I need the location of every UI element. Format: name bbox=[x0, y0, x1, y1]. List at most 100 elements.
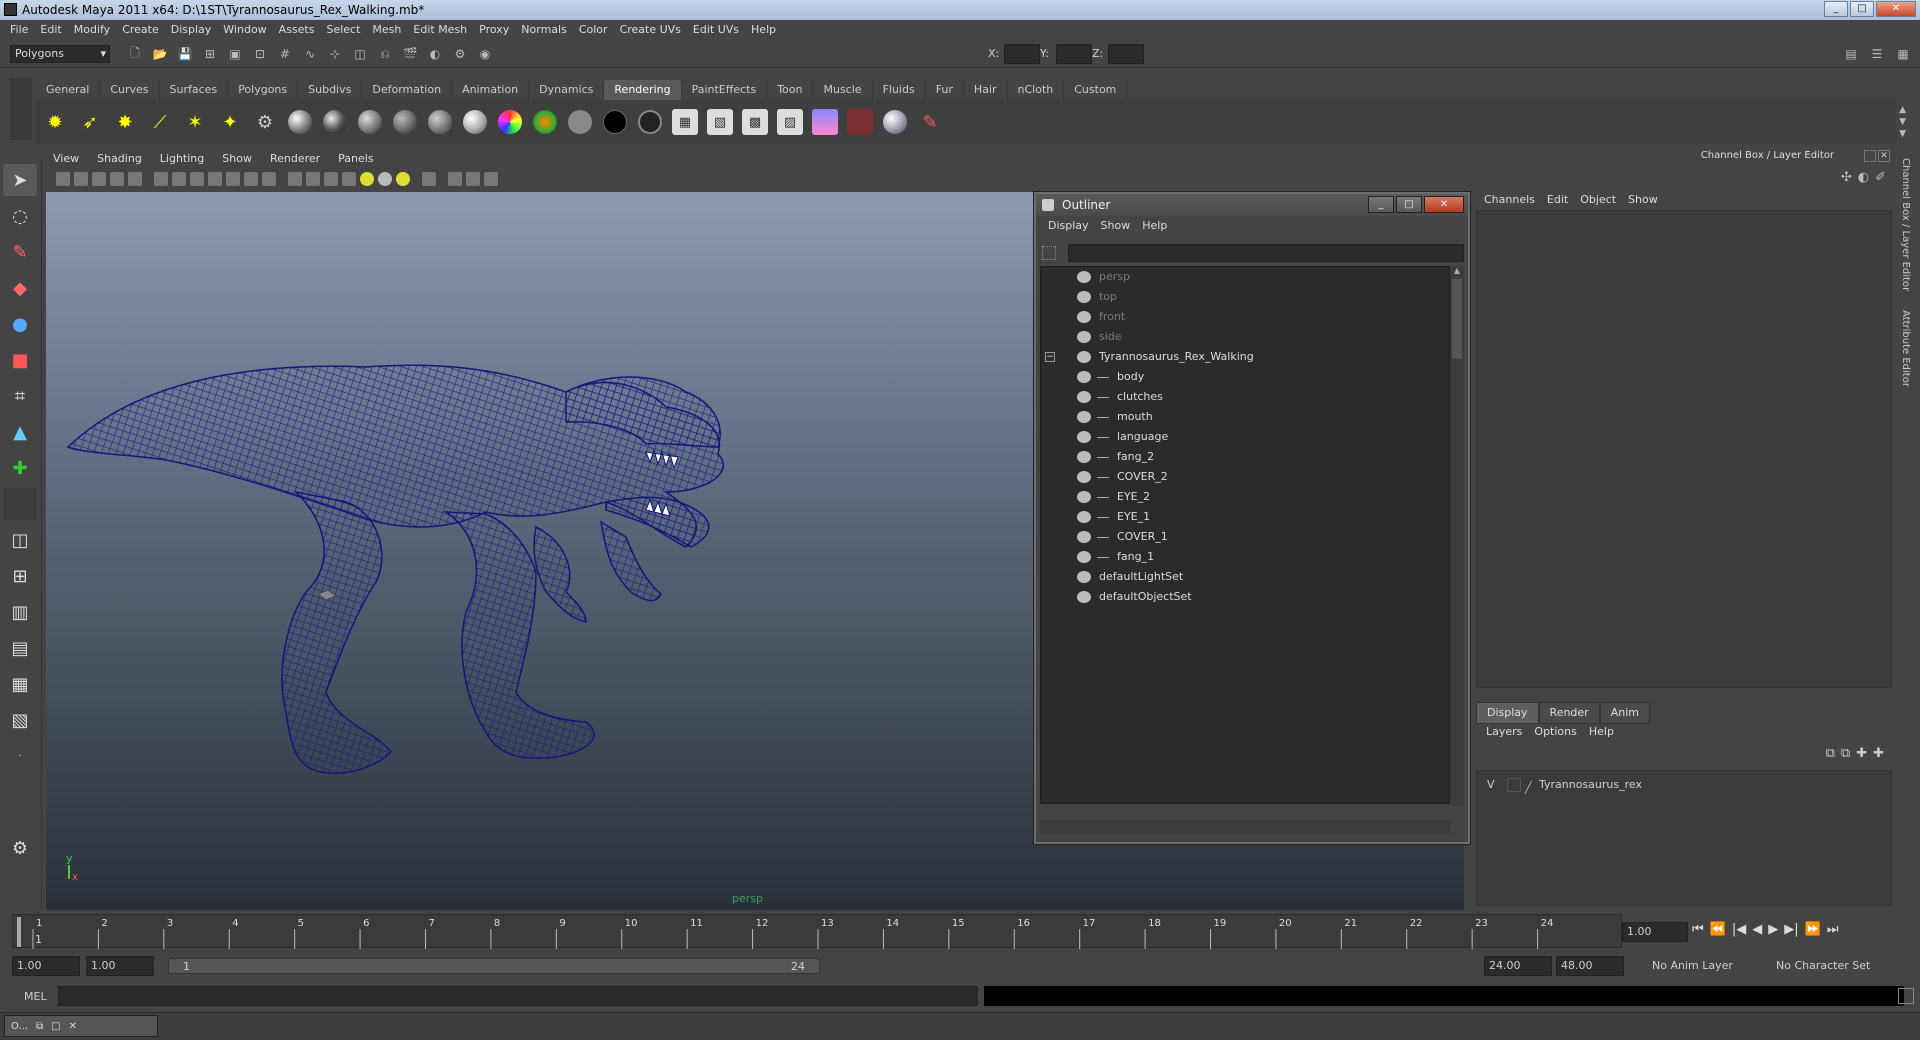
float-panel-icon[interactable] bbox=[1864, 150, 1876, 162]
character-set-dropdown[interactable]: No Character Set bbox=[1756, 956, 1886, 976]
menu-color[interactable]: Color bbox=[573, 20, 614, 40]
shelf-tab-fluids[interactable]: Fluids bbox=[873, 80, 926, 100]
render-current-frame-icon[interactable]: ▦ bbox=[672, 109, 698, 135]
maximize-icon[interactable]: □ bbox=[51, 1021, 60, 1032]
shelf-scroll-arrows[interactable]: ▲ ▼ ▼ bbox=[1899, 104, 1906, 140]
outliner-item[interactable]: top bbox=[1041, 287, 1449, 307]
gate-mask-icon[interactable] bbox=[208, 172, 222, 186]
use-background-icon[interactable] bbox=[602, 109, 628, 135]
render-settings-shelf-icon[interactable] bbox=[847, 109, 873, 135]
safe-action-icon[interactable] bbox=[244, 172, 258, 186]
layer-display-type-toggle[interactable] bbox=[1507, 778, 1521, 792]
snap-plane-icon[interactable]: ◫ bbox=[349, 43, 371, 65]
ambient-light-icon[interactable]: ✹ bbox=[42, 109, 68, 135]
render-region-icon[interactable]: ▩ bbox=[742, 109, 768, 135]
channel-pick-icon[interactable]: ✐ bbox=[1875, 170, 1886, 185]
camera-attributes-icon[interactable] bbox=[56, 172, 70, 186]
menu-select[interactable]: Select bbox=[320, 20, 366, 40]
outliner-maximize-button[interactable]: □ bbox=[1396, 196, 1422, 213]
layered-shader-icon[interactable] bbox=[462, 109, 488, 135]
go-to-end-icon[interactable]: ⏭ bbox=[1827, 922, 1839, 937]
channel-box-menu-channels[interactable]: Channels bbox=[1478, 190, 1541, 210]
ocean-shader-icon[interactable] bbox=[532, 109, 558, 135]
new-layer-from-selection-icon[interactable]: ✚ bbox=[1873, 746, 1884, 761]
shading-map-icon[interactable] bbox=[637, 109, 663, 135]
lambert-icon[interactable] bbox=[287, 109, 313, 135]
x-field[interactable] bbox=[1004, 44, 1040, 64]
outliner-search-input[interactable] bbox=[1068, 244, 1464, 262]
outliner-item[interactable]: persp bbox=[1041, 267, 1449, 287]
shelf-tab-hair[interactable]: Hair bbox=[964, 80, 1008, 100]
layer-tab-display[interactable]: Display bbox=[1476, 702, 1539, 724]
resolution-gate-icon[interactable] bbox=[190, 172, 204, 186]
range-slider[interactable]: 1 24 bbox=[168, 958, 820, 974]
persp-graph-layout-icon[interactable]: ▤ bbox=[3, 632, 37, 664]
play-backwards-icon[interactable]: ◀ bbox=[1752, 922, 1762, 937]
close-panel-icon[interactable]: ✕ bbox=[1878, 150, 1890, 162]
attribute-editor-toggle-icon[interactable]: ▤ bbox=[1840, 43, 1862, 65]
use-all-lights-icon[interactable] bbox=[360, 172, 374, 186]
xray-joints-icon[interactable] bbox=[466, 172, 480, 186]
go-to-start-icon[interactable]: ⏮ bbox=[1692, 922, 1704, 937]
outliner-vertical-scrollbar[interactable]: ▲ bbox=[1450, 266, 1464, 806]
outliner-item[interactable]: EYE_1 bbox=[1041, 507, 1449, 527]
snap-grid-icon[interactable]: # bbox=[274, 43, 296, 65]
select-object-icon[interactable]: ▣ bbox=[224, 43, 246, 65]
outliner-titlebar[interactable]: Outliner _ □ ✕ bbox=[1036, 194, 1468, 216]
menu-modify[interactable]: Modify bbox=[68, 20, 116, 40]
hypershade-icon[interactable]: ◉ bbox=[474, 43, 496, 65]
render-frame-icon[interactable]: 🎬 bbox=[399, 43, 421, 65]
outliner-close-button[interactable]: ✕ bbox=[1424, 196, 1464, 213]
command-input[interactable] bbox=[58, 986, 978, 1006]
panel-menu-renderer[interactable]: Renderer bbox=[261, 150, 329, 168]
outliner-item[interactable]: side bbox=[1041, 327, 1449, 347]
attribute-lock-icon[interactable]: ◐ bbox=[1858, 170, 1869, 185]
z-field[interactable] bbox=[1108, 44, 1144, 64]
persp-outliner-layout-icon[interactable]: ▥ bbox=[3, 596, 37, 628]
rotate-tool-icon[interactable]: ● bbox=[3, 308, 37, 340]
outliner-menu-show[interactable]: Show bbox=[1095, 216, 1137, 236]
step-forward-frame-icon[interactable]: ▶| bbox=[1784, 922, 1798, 937]
field-chart-icon[interactable] bbox=[226, 172, 240, 186]
lasso-tool-icon[interactable]: ◌ bbox=[3, 200, 37, 232]
backface-culling-icon[interactable] bbox=[484, 172, 498, 186]
snap-point-icon[interactable]: ⊹ bbox=[324, 43, 346, 65]
channel-box-menu-edit[interactable]: Edit bbox=[1541, 190, 1574, 210]
phong-e-icon[interactable] bbox=[392, 109, 418, 135]
outliner-menu-display[interactable]: Display bbox=[1042, 216, 1095, 236]
single-perspective-layout-icon[interactable]: ◫ bbox=[3, 524, 37, 556]
maximize-button[interactable]: □ bbox=[1850, 1, 1874, 17]
time-slider[interactable]: 1 2 3 4 5 6 7 8 9 10 11 12 13 14 15 16 17 18 19 20 21 22 23 24 … bbox=[12, 914, 1622, 949]
anim-layer-dropdown[interactable]: No Anim Layer bbox=[1632, 956, 1752, 976]
wireframe-icon[interactable] bbox=[288, 172, 302, 186]
layer-color-swatch[interactable]: ╱ bbox=[1525, 778, 1539, 794]
menu-create-uvs[interactable]: Create UVs bbox=[614, 20, 687, 40]
panel-menu-show[interactable]: Show bbox=[213, 150, 261, 168]
isolate-select-icon[interactable] bbox=[422, 172, 436, 186]
expand-collapse-icon[interactable]: − bbox=[1045, 352, 1055, 362]
film-gate-icon[interactable] bbox=[172, 172, 186, 186]
layer-tab-anim[interactable]: Anim bbox=[1599, 702, 1650, 724]
soft-mod-tool-icon[interactable]: ▲ bbox=[3, 416, 37, 448]
safe-title-icon[interactable] bbox=[262, 172, 276, 186]
outliner-item[interactable]: front bbox=[1041, 307, 1449, 327]
save-scene-icon[interactable]: 💾 bbox=[174, 43, 196, 65]
step-back-key-icon[interactable]: ⏪ bbox=[1710, 922, 1726, 937]
playback-start-field[interactable]: 1.00 bbox=[87, 959, 116, 972]
menu-file[interactable]: File bbox=[4, 20, 34, 40]
playback-end-field[interactable]: 24.00 bbox=[1485, 959, 1521, 972]
four-view-layout-icon[interactable]: ⊞ bbox=[3, 560, 37, 592]
shadows-icon[interactable] bbox=[378, 172, 392, 186]
menu-mesh[interactable]: Mesh bbox=[366, 20, 407, 40]
animation-end-field[interactable]: 48.00 bbox=[1557, 959, 1593, 972]
animation-start-field[interactable]: 1.00 bbox=[13, 959, 42, 972]
shelf-menu-handle[interactable] bbox=[10, 78, 32, 140]
restore-icon[interactable]: ⧉ bbox=[36, 1021, 43, 1032]
area-light-icon[interactable]: ✶ bbox=[182, 109, 208, 135]
select-hierarchy-icon[interactable]: ⊞ bbox=[199, 43, 221, 65]
panel-menu-lighting[interactable]: Lighting bbox=[151, 150, 213, 168]
scale-tool-icon[interactable]: ■ bbox=[3, 344, 37, 376]
move-layer-down-icon[interactable]: ⧉ bbox=[1841, 746, 1850, 761]
shelf-tab-surfaces[interactable]: Surfaces bbox=[160, 80, 229, 100]
volume-light-icon[interactable]: ✦ bbox=[217, 109, 243, 135]
